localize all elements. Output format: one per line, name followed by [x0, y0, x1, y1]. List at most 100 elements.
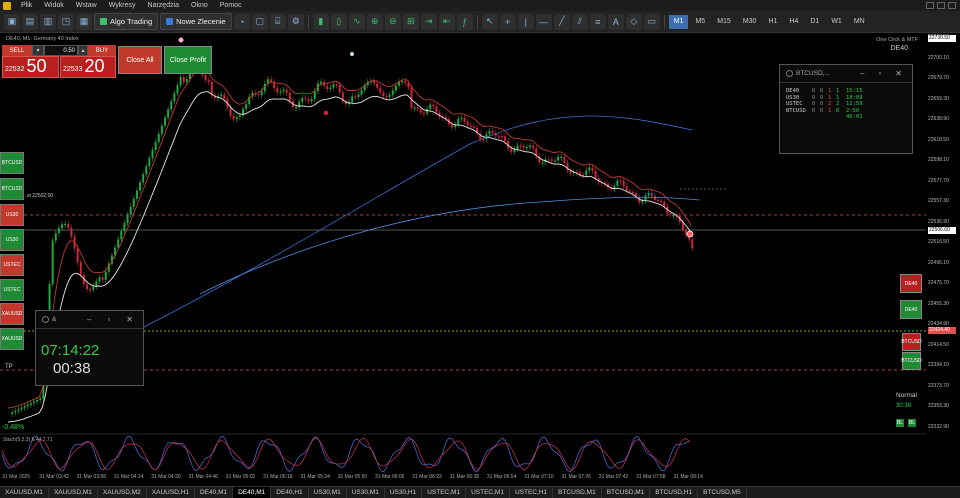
chart-tab[interactable]: BTCUSD,M1	[602, 487, 651, 498]
right-btn-btcusd-sell[interactable]: BTCUSD	[901, 333, 922, 351]
tf-m30[interactable]: M30	[738, 15, 762, 29]
profiles-icon[interactable]: ▤	[22, 13, 38, 30]
maximize-icon[interactable]: ▫	[878, 69, 881, 78]
trendline-icon[interactable]: ╱	[553, 13, 570, 30]
chart-tab[interactable]: BTCUSD,M1	[553, 487, 602, 498]
data-window-icon[interactable]: ▦	[76, 13, 92, 30]
indicators-icon[interactable]: ƒ	[456, 13, 473, 30]
menu-plik[interactable]: Plik	[15, 2, 38, 9]
menu-wykresy[interactable]: Wykresy	[103, 2, 142, 9]
side-btn-xauusd-sell[interactable]: XAUUSD	[0, 303, 24, 325]
chart-tab[interactable]: US30,M1	[309, 487, 347, 498]
lot-stepper[interactable]: ▴	[78, 45, 88, 56]
trade-icon[interactable]: ◔	[233, 13, 250, 30]
right-btn-de40-buy[interactable]: DE40	[900, 300, 922, 319]
close-icon[interactable]	[948, 2, 956, 9]
lot-dropdown[interactable]: ▾	[32, 45, 44, 56]
candle-chart-icon[interactable]: ▯	[330, 13, 347, 30]
horizontal-line-icon[interactable]: —	[535, 13, 552, 30]
chart-tab[interactable]: USTEC,H1	[510, 487, 554, 498]
side-btn-us30-sell[interactable]: US30	[0, 204, 24, 226]
vertical-line-icon[interactable]: |	[517, 13, 534, 30]
tf-h4[interactable]: H4	[784, 15, 803, 29]
right-btn-de40-sell[interactable]: DE40	[900, 274, 922, 293]
side-btn-ustec-buy[interactable]: USTEC	[0, 279, 24, 301]
menu-wstaw[interactable]: Wstaw	[70, 2, 103, 9]
bar-chart-icon[interactable]: ▮	[312, 13, 329, 30]
tf-m15[interactable]: M15	[712, 15, 736, 29]
tf-m1[interactable]: M1	[668, 14, 689, 29]
chart-tab[interactable]: XAUUSD,M1	[0, 487, 49, 498]
chart-tab[interactable]: DE40,M1	[233, 487, 272, 498]
autoscroll-icon[interactable]: ⇥	[420, 13, 437, 30]
buy-price-box[interactable]: 22533 20	[60, 56, 116, 78]
btcusd-info-window[interactable]: BTCUSD,... – ▫ ✕ DE40 0 0 1 1 15:15 US30…	[779, 64, 913, 154]
grid-icon[interactable]: ⊞	[402, 13, 419, 30]
zoom-in-icon[interactable]: ⊕	[366, 13, 383, 30]
sell-button[interactable]: SELL	[2, 45, 32, 56]
menu-widok[interactable]: Widok	[38, 2, 69, 9]
chart-tab[interactable]: DE40,H1	[271, 487, 309, 498]
chart-tab[interactable]: USTEC,M1	[422, 487, 467, 498]
crosshair-icon[interactable]: +	[499, 13, 516, 30]
tf-m5[interactable]: M5	[690, 15, 710, 29]
chart-tab[interactable]: DE40,M1	[195, 487, 234, 498]
zoom-out-icon[interactable]: ⊖	[384, 13, 401, 30]
sell-price-box[interactable]: 22532 50	[2, 56, 59, 78]
algo-trading-button[interactable]: Algo Trading	[94, 13, 159, 30]
side-btn-btcusd-buy[interactable]: BTCUSD	[0, 152, 24, 174]
channel-icon[interactable]: ⫽	[571, 13, 588, 30]
close-profit-button[interactable]: Close Profit	[164, 46, 212, 74]
maximize-icon[interactable]: ▫	[107, 315, 110, 324]
clock-window[interactable]: & – ▫ ✕ 07:14:22 00:38	[35, 310, 144, 386]
mini-toggle-1[interactable]: BL	[896, 419, 904, 427]
side-btn-us30-buy[interactable]: US30	[0, 229, 24, 251]
fibo-icon[interactable]: ≡	[589, 13, 606, 30]
text-icon[interactable]: A	[607, 13, 624, 30]
tester-icon[interactable]: ▢	[251, 13, 268, 30]
tf-mn[interactable]: MN	[849, 15, 870, 29]
chart-tab[interactable]: US30,M1	[347, 487, 385, 498]
mini-toggle-2[interactable]: BL	[908, 419, 916, 427]
navigator-icon[interactable]: ◳	[58, 13, 74, 30]
settings-icon[interactable]: ⚙	[287, 13, 304, 30]
chart-tab[interactable]: US30,H1	[385, 487, 423, 498]
new-chart-icon[interactable]: ▣	[4, 13, 20, 30]
market-watch-icon[interactable]: ▥	[40, 13, 56, 30]
menu-pomoc[interactable]: Pomoc	[214, 2, 248, 9]
chart-tab[interactable]: BTCUSD,H1	[650, 487, 699, 498]
chart-icon[interactable]: ⌸	[269, 13, 286, 30]
buy-button[interactable]: BUY	[88, 45, 116, 56]
menu-narzedzia[interactable]: Narzędzia	[142, 2, 186, 9]
chart-tab[interactable]: BTCUSD,M5	[698, 487, 747, 498]
clock-window-titlebar[interactable]: & – ▫ ✕	[36, 311, 143, 329]
new-order-button[interactable]: Nowe Zlecenie	[160, 13, 232, 30]
chart-tab[interactable]: USTEC,M1	[466, 487, 510, 498]
cursor-icon[interactable]: ↖	[481, 13, 498, 30]
lot-input[interactable]: 0.50	[44, 45, 78, 56]
chart-tab[interactable]: XAUUSD,H1	[147, 487, 196, 498]
tf-h1[interactable]: H1	[763, 15, 782, 29]
chart-shift-icon[interactable]: ⇤	[438, 13, 455, 30]
close-icon[interactable]: ✕	[895, 69, 902, 78]
minimize-icon[interactable]: –	[87, 315, 91, 324]
tf-d1[interactable]: D1	[805, 15, 824, 29]
candle	[157, 133, 160, 142]
side-btn-btcusd-sell[interactable]: BTCUSD	[0, 178, 24, 200]
template-icon[interactable]: ▭	[643, 13, 660, 30]
tf-w1[interactable]: W1	[826, 15, 847, 29]
restore-icon[interactable]	[937, 2, 945, 9]
info-window-titlebar[interactable]: BTCUSD,... – ▫ ✕	[780, 65, 912, 83]
line-chart-icon[interactable]: ∿	[348, 13, 365, 30]
side-btn-ustec-sell[interactable]: USTEC	[0, 254, 24, 276]
menu-okno[interactable]: Okno	[185, 2, 214, 9]
minimize-icon[interactable]: –	[860, 69, 864, 78]
minimize-icon[interactable]	[926, 2, 934, 9]
close-icon[interactable]: ✕	[126, 315, 133, 324]
side-btn-xauusd-buy[interactable]: XAUUSD	[0, 328, 24, 350]
right-btn-btcusd-buy[interactable]: BTCUSD	[901, 352, 922, 370]
close-all-button[interactable]: Close All	[118, 46, 162, 74]
chart-tab[interactable]: XAUUSD,M1	[49, 487, 98, 498]
shapes-icon[interactable]: ◇	[625, 13, 642, 30]
chart-tab[interactable]: XAUUSD,M2	[98, 487, 147, 498]
